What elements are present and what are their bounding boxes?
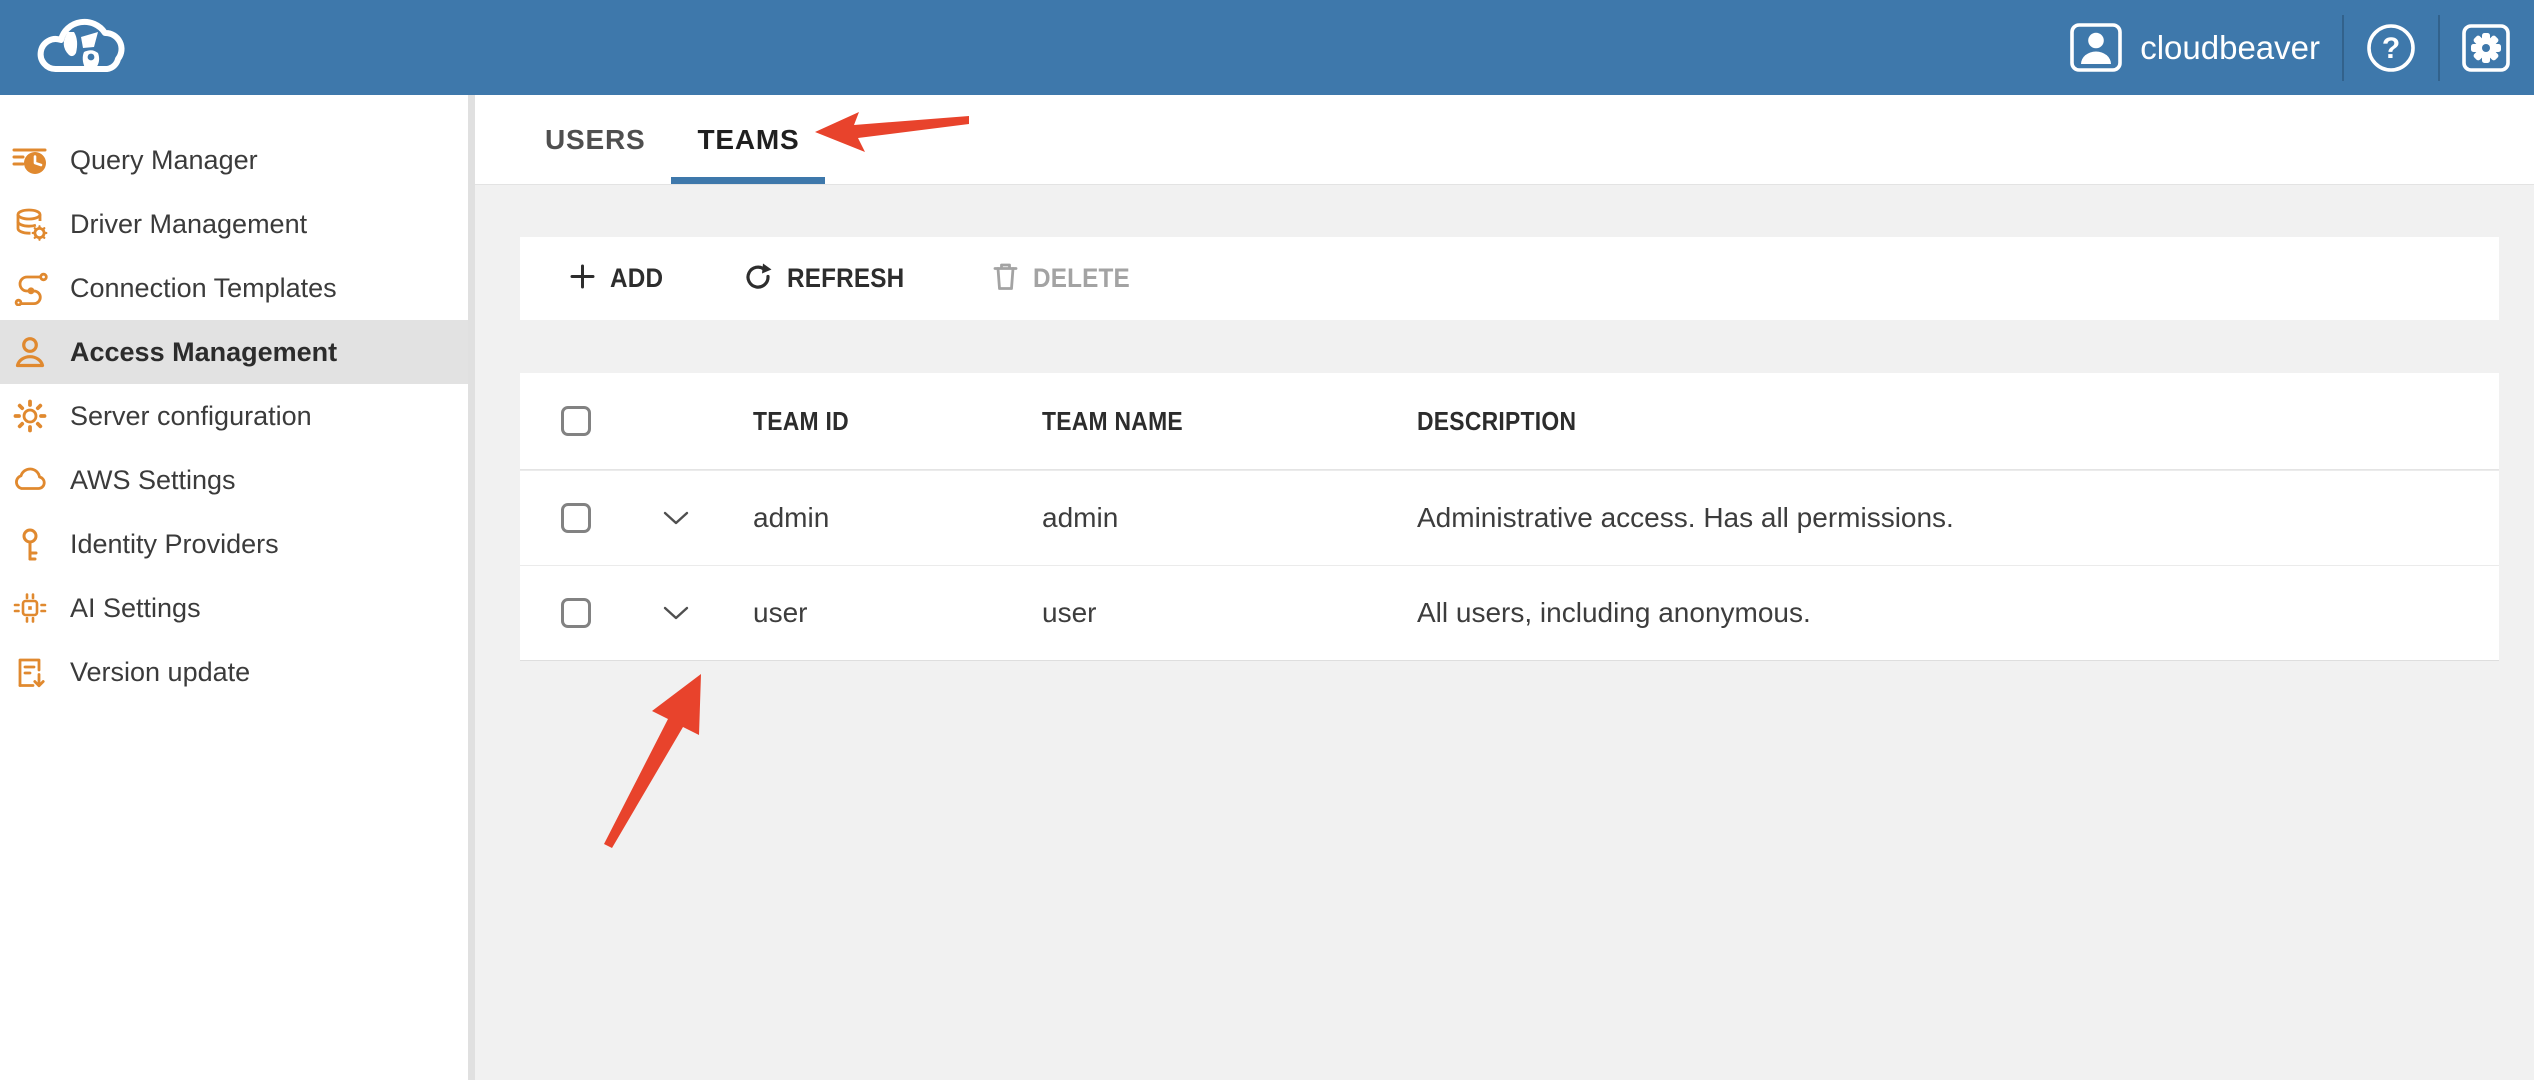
sidebar-item-aws-settings[interactable]: AWS Settings [0, 448, 468, 512]
teams-table-header: TEAM ID TEAM NAME DESCRIPTION [520, 373, 2499, 470]
trash-icon [992, 261, 1019, 296]
cell-team-id: admin [753, 502, 1042, 534]
sidebar-item-ai-settings[interactable]: AI Settings [0, 576, 468, 640]
add-team-button[interactable]: ADD [569, 263, 669, 295]
topbar-divider [2438, 15, 2440, 81]
identity-key-icon [12, 526, 48, 562]
table-row-admin[interactable]: admin admin Administrative access. Has a… [520, 470, 2499, 565]
select-all-checkbox[interactable] [561, 406, 591, 436]
tab-teams[interactable]: TEAMS [671, 95, 825, 184]
username-label: cloudbeaver [2140, 29, 2320, 67]
version-update-icon [12, 654, 48, 690]
connection-templates-icon [12, 270, 48, 306]
server-configuration-icon [12, 398, 48, 434]
tab-teams-label: TEAMS [697, 124, 799, 156]
chevron-down-icon[interactable] [663, 510, 753, 526]
table-row-user[interactable]: user user All users, including anonymous… [520, 565, 2499, 660]
column-header-description: DESCRIPTION [1417, 406, 2369, 437]
tab-users[interactable]: USERS [519, 95, 671, 184]
topbar-divider [2342, 15, 2344, 81]
cell-team-id: user [753, 597, 1042, 629]
refresh-icon [743, 261, 773, 296]
sidebar-item-version-update[interactable]: Version update [0, 640, 468, 704]
admin-sidebar: Query Manager [0, 95, 468, 1080]
ai-chip-icon [12, 590, 48, 626]
column-header-team-name: TEAM NAME [1042, 406, 1372, 437]
sidebar-item-identity-providers[interactable]: Identity Providers [0, 512, 468, 576]
topbar-actions: cloudbeaver ? [2070, 0, 2510, 95]
svg-text:?: ? [2382, 32, 2400, 65]
query-manager-icon [12, 142, 48, 178]
tab-users-label: USERS [545, 124, 645, 156]
help-icon[interactable]: ? [2366, 23, 2416, 73]
sidebar-item-driver-management[interactable]: Driver Management [0, 192, 468, 256]
access-management-tabs: USERS TEAMS [475, 95, 2534, 185]
account-menu[interactable]: cloudbeaver [2070, 23, 2320, 72]
sidebar-item-label: Query Manager [70, 145, 258, 176]
sidebar-item-label: Driver Management [70, 209, 307, 240]
chevron-down-icon[interactable] [663, 605, 753, 621]
aws-cloud-icon [12, 462, 48, 498]
sidebar-item-connection-templates[interactable]: Connection Templates [0, 256, 468, 320]
delete-button-label: DELETE [1033, 263, 1130, 294]
sidebar-item-label: Version update [70, 657, 250, 688]
active-tab-underline [671, 177, 825, 184]
row-checkbox[interactable] [561, 598, 591, 628]
sidebar-item-label: Server configuration [70, 401, 312, 432]
sidebar-item-label: AWS Settings [70, 465, 236, 496]
settings-gear-icon[interactable] [2462, 24, 2510, 72]
cell-description: Administrative access. Has all permissio… [1417, 502, 2499, 534]
teams-toolbar: ADD REFRESH [520, 237, 2499, 320]
plus-icon [569, 263, 596, 295]
driver-management-icon [12, 206, 48, 242]
cloudbeaver-logo [34, 12, 140, 82]
column-header-team-id: TEAM ID [753, 406, 1007, 437]
user-avatar-icon [2070, 23, 2122, 72]
sidebar-item-label: Connection Templates [70, 273, 337, 304]
cell-description: All users, including anonymous. [1417, 597, 2499, 629]
sidebar-item-access-management[interactable]: Access Management [0, 320, 468, 384]
sidebar-item-label: AI Settings [70, 593, 201, 624]
sidebar-item-label: Identity Providers [70, 529, 279, 560]
refresh-button[interactable]: REFRESH [743, 261, 917, 296]
sidebar-item-server-configuration[interactable]: Server configuration [0, 384, 468, 448]
teams-table: TEAM ID TEAM NAME DESCRIPTION admin admi… [520, 373, 2499, 661]
sidebar-content-divider [468, 95, 475, 1080]
delete-team-button[interactable]: DELETE [992, 261, 1141, 296]
sidebar-item-label: Access Management [70, 337, 337, 368]
teams-panel: ADD REFRESH [475, 185, 2534, 1080]
access-management-icon [12, 334, 48, 370]
refresh-button-label: REFRESH [787, 263, 904, 294]
sidebar-item-query-manager[interactable]: Query Manager [0, 128, 468, 192]
add-button-label: ADD [610, 263, 663, 294]
cell-team-name: admin [1042, 502, 1417, 534]
cell-team-name: user [1042, 597, 1417, 629]
cloudbeaver-admin-screen: cloudbeaver ? [0, 0, 2534, 1080]
row-checkbox[interactable] [561, 503, 591, 533]
top-bar: cloudbeaver ? [0, 0, 2534, 95]
